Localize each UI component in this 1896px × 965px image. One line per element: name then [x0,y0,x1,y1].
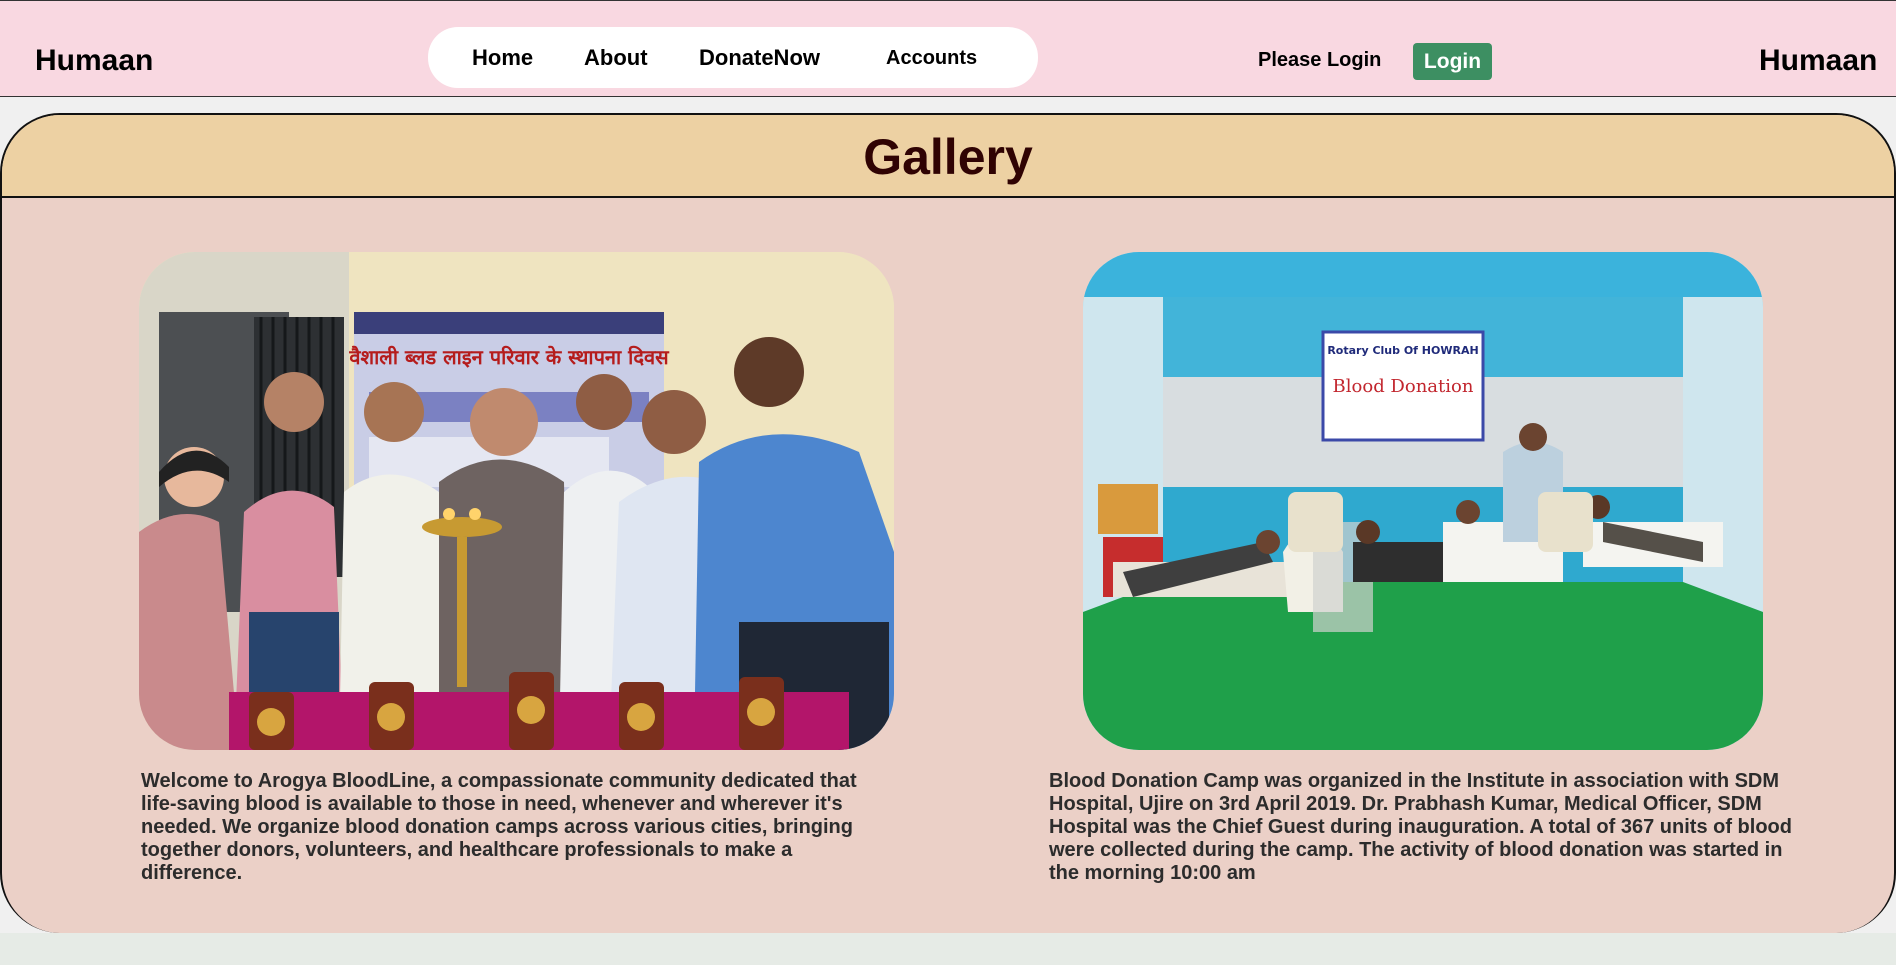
login-status-text: Please Login [1258,49,1382,71]
gallery-title: Gallery [863,129,1033,185]
banner-org-text: Rotary Club Of HOWRAH [1327,344,1478,357]
nav-menu: Home About DonateNow Accounts [428,27,1038,88]
banner-title-text: Blood Donation [1333,376,1474,397]
brand-logo-left[interactable]: Humaan [35,44,153,78]
nav-donate-link[interactable]: DonateNow [699,45,820,71]
nav-about-link[interactable]: About [584,45,648,71]
nav-home-link[interactable]: Home [472,45,533,71]
gallery-caption-left: Welcome to Arogya BloodLine, a compassio… [141,770,857,884]
gallery-caption-right: Blood Donation Camp was organized in the… [1049,770,1792,884]
login-button[interactable]: Login [1413,43,1492,80]
banner-hindi-text: वैशाली ब्लड लाइन परिवार के स्थापना दिवस [348,345,670,369]
brand-logo-right[interactable]: Humaan [1759,44,1896,78]
top-navbar: Humaan Home About DonateNow Accounts Ple… [0,0,1896,97]
gallery-title-bar: Gallery [2,115,1894,198]
gallery-photo-lamp-lighting: वैशाली ब्लड लाइन परिवार के स्थापना दिवस [139,252,894,750]
gallery-card: Gallery वैशाली ब्लड लाइन परिवार के स्थाप… [0,113,1896,933]
nav-accounts-link[interactable]: Accounts [886,47,977,70]
gallery-photo-donation-camp: Rotary Club Of HOWRAH Blood Donation [1083,252,1763,750]
main-content: Gallery वैशाली ब्लड लाइन परिवार के स्थाप… [0,97,1896,933]
